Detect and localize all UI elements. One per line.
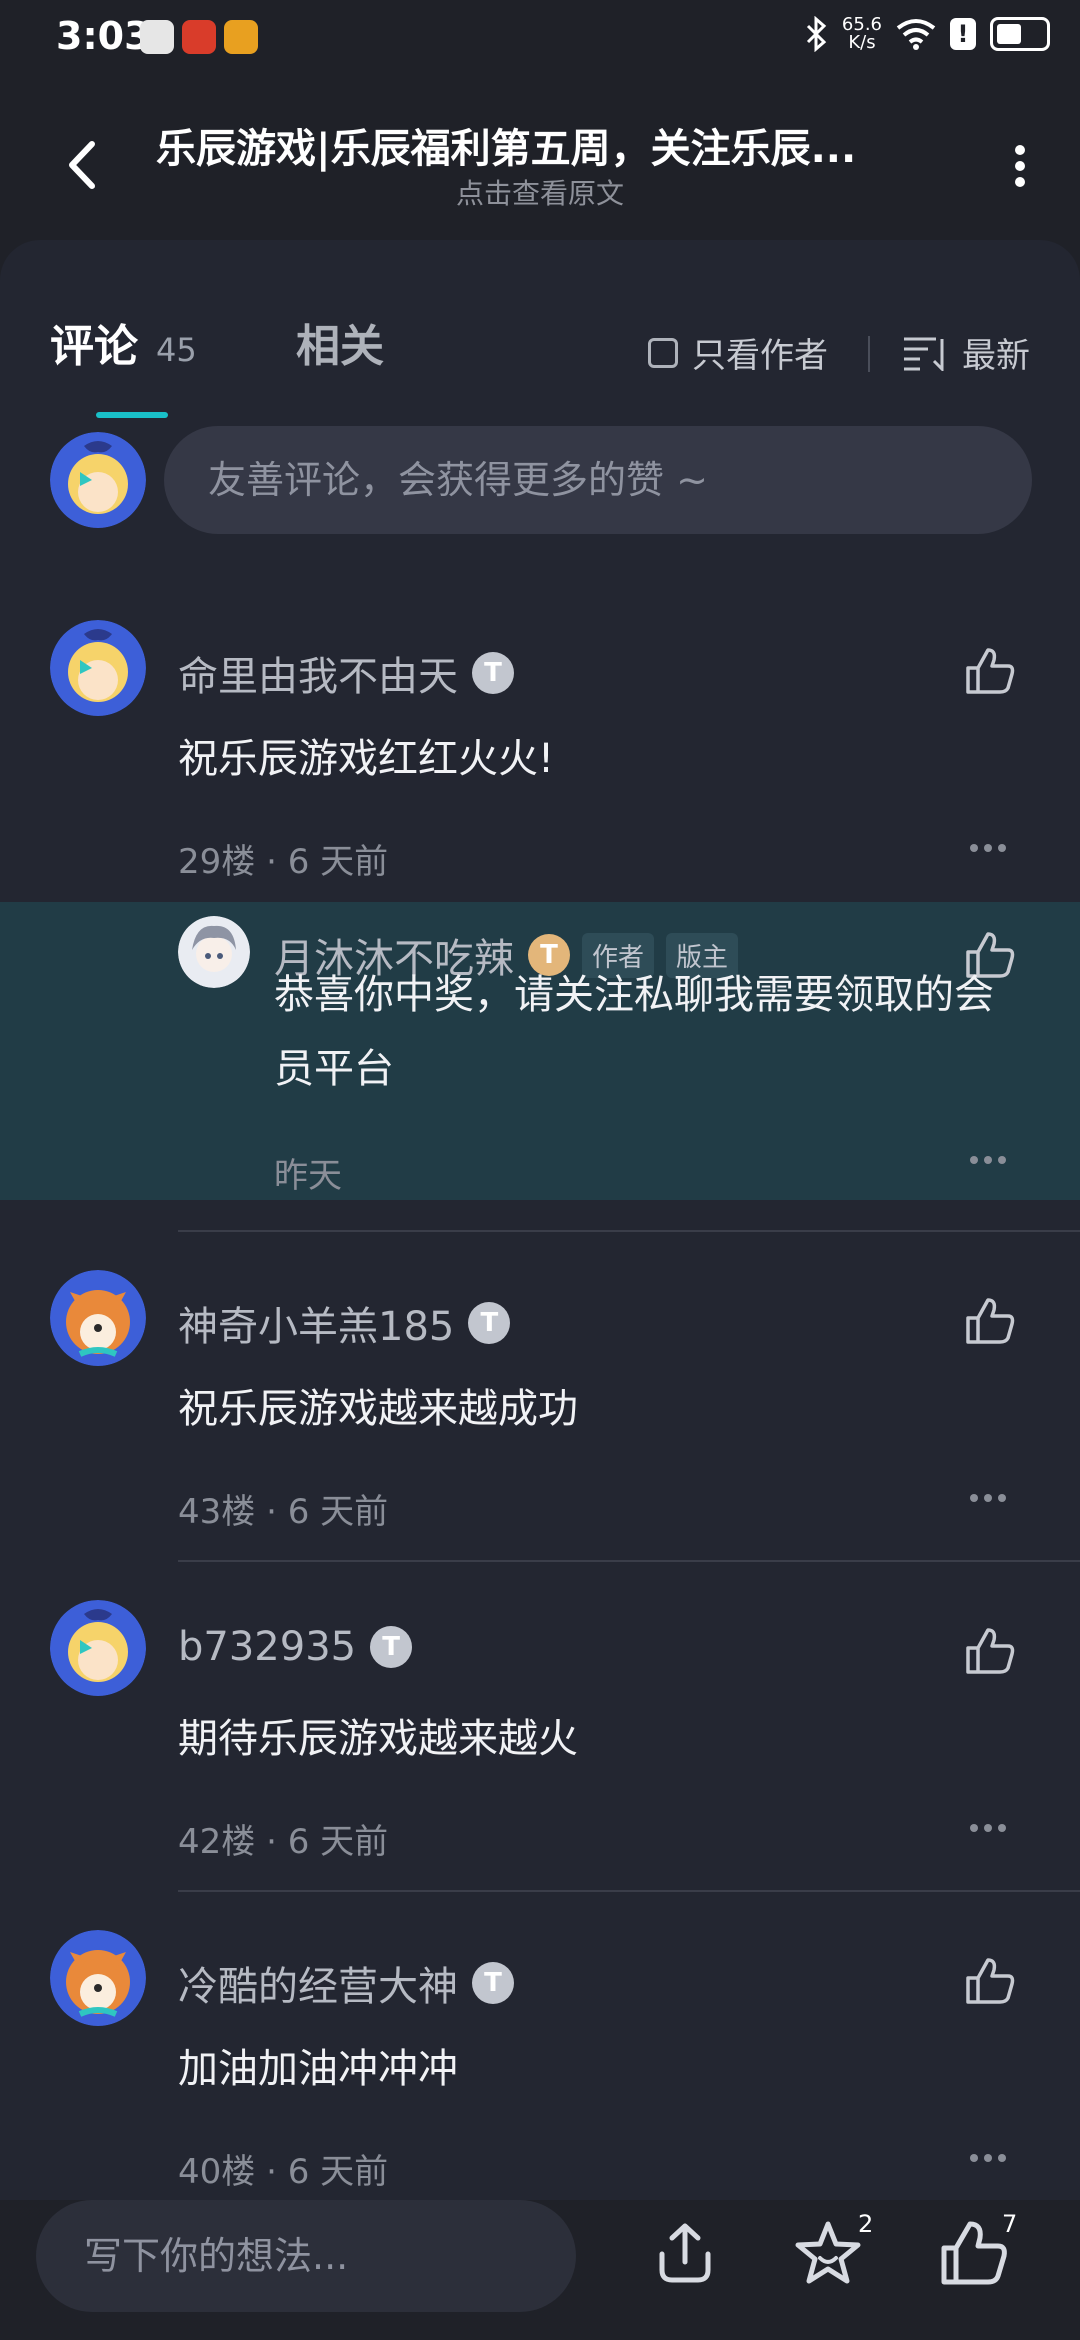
more-vertical-icon[interactable] — [1000, 136, 1040, 196]
taobao-app-icon — [182, 20, 216, 54]
reply-item: 月沐沐不吃辣 T 作者 版主 恭喜你中奖，请关注私聊我需要领取的会员平台 昨天 — [0, 902, 1080, 1200]
write-comment-input[interactable]: 写下你的想法... — [36, 2200, 576, 2312]
comment-meta: 29楼 · 6 天前 — [178, 842, 389, 882]
tab-related[interactable]: 相关 — [296, 310, 384, 374]
share-icon[interactable] — [650, 2218, 720, 2288]
like-icon[interactable] — [964, 646, 1016, 696]
avatar[interactable] — [178, 916, 250, 988]
wifi-icon — [896, 19, 936, 50]
level-badge: T — [370, 1626, 413, 1668]
page-title[interactable]: 乐辰游戏|乐辰福利第五周，关注乐辰... — [156, 116, 896, 174]
sort-icon — [904, 337, 944, 371]
comment-meta: 43楼 · 6 天前 — [178, 1492, 389, 1532]
more-horizontal-icon[interactable] — [968, 2152, 1008, 2164]
more-horizontal-icon[interactable] — [968, 1154, 1008, 1166]
comments-panel: 评论 45 相关 只看作者 最新 友善评论，会获得更多的赞 ~ 命里由我不由天 T… — [0, 240, 1080, 2200]
status-indicators: 65.6 K/s ! — [804, 16, 1050, 52]
comment-text: 祝乐辰游戏越来越成功 — [178, 1386, 578, 1432]
level-badge: T — [472, 1962, 514, 2004]
comment-author[interactable]: b732935 T — [178, 1624, 413, 1670]
alert-icon: ! — [950, 18, 976, 50]
status-app-icons — [140, 20, 258, 54]
more-horizontal-icon[interactable] — [968, 842, 1008, 854]
notification-app-icon — [224, 20, 258, 54]
comment-meta: 40楼 · 6 天前 — [178, 2152, 389, 2192]
like-icon[interactable] — [964, 1296, 1016, 1346]
huawei-app-icon — [140, 20, 174, 54]
battery-icon — [990, 17, 1050, 51]
author-only-toggle[interactable]: 只看作者 — [648, 328, 828, 377]
status-bar: 3:03 65.6 K/s ! — [0, 0, 1080, 76]
more-horizontal-icon[interactable] — [968, 1492, 1008, 1504]
bluetooth-icon — [806, 16, 827, 52]
more-horizontal-icon[interactable] — [968, 1822, 1008, 1834]
favorite-count: 2 — [858, 2210, 874, 2238]
comment-text: 祝乐辰游戏红红火火! — [178, 736, 555, 782]
comment-author[interactable]: 神奇小羊羔185 T — [178, 1294, 511, 1352]
star-icon[interactable] — [792, 2218, 864, 2288]
comment-input[interactable]: 友善评论，会获得更多的赞 ~ — [164, 426, 1032, 534]
comment-text: 加油加油冲冲冲 — [178, 2046, 458, 2092]
reply-time: 昨天 — [274, 1156, 342, 1196]
avatar[interactable] — [50, 620, 146, 716]
like-icon[interactable] — [938, 2218, 1008, 2288]
reply-text: 恭喜你中奖，请关注私聊我需要领取的会员平台 — [274, 972, 994, 1092]
comment-count: 45 — [156, 331, 197, 369]
user-avatar[interactable] — [50, 432, 146, 528]
comment-author[interactable]: 冷酷的经营大神 T — [178, 1954, 514, 2012]
avatar[interactable] — [50, 1930, 146, 2026]
network-speed: 65.6 K/s — [841, 14, 882, 53]
like-count: 7 — [1002, 2210, 1018, 2238]
comment-text: 期待乐辰游戏越来越火 — [178, 1716, 578, 1762]
like-icon[interactable] — [964, 1626, 1016, 1676]
checkbox-icon[interactable] — [648, 337, 678, 368]
tab-bar: 评论 45 相关 只看作者 最新 — [0, 280, 1080, 418]
article-header: 乐辰游戏|乐辰福利第五周，关注乐辰... 点击查看原文 — [0, 90, 1080, 240]
bottom-action-bar: 写下你的想法... 2 7 — [0, 2200, 1080, 2340]
sort-button[interactable]: 最新 — [902, 328, 1030, 377]
status-time: 3:03 — [56, 14, 151, 58]
avatar[interactable] — [50, 1270, 146, 1366]
comment-author[interactable]: 命里由我不由天 T — [178, 644, 514, 702]
divider — [178, 1560, 1080, 1562]
divider — [868, 336, 870, 372]
divider — [178, 1890, 1080, 1892]
tab-comments[interactable]: 评论 45 — [50, 310, 197, 374]
divider — [178, 1230, 1080, 1232]
like-icon[interactable] — [964, 1956, 1016, 2006]
comment-meta: 42楼 · 6 天前 — [178, 1822, 389, 1862]
level-badge: T — [472, 652, 514, 694]
level-badge: T — [468, 1302, 511, 1344]
comment-input-row: 友善评论，会获得更多的赞 ~ — [0, 426, 1080, 546]
avatar[interactable] — [50, 1600, 146, 1696]
view-original-link[interactable]: 点击查看原文 — [0, 172, 1080, 212]
active-tab-indicator — [96, 412, 168, 418]
